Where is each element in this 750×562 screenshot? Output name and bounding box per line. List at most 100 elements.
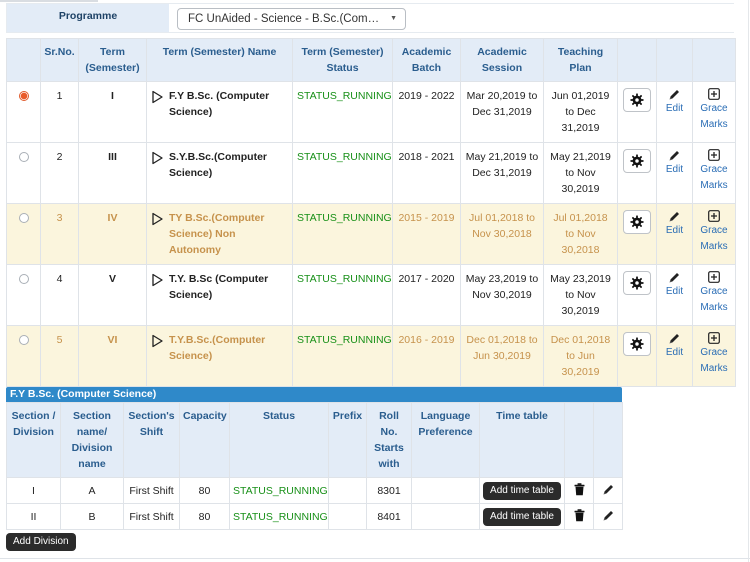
grace-marks-link[interactable]: Grace Marks xyxy=(697,149,731,194)
division-row: II B First Shift 80 STATUS_RUNNING 8401 Add ti… xyxy=(6,503,623,530)
prefix-cell xyxy=(328,503,367,530)
term-radio[interactable] xyxy=(18,213,29,223)
edit-label: Edit xyxy=(665,286,684,297)
header-timetable: Time table xyxy=(479,402,565,478)
header-language: Language Preference xyxy=(411,402,480,478)
edit-link[interactable]: Edit xyxy=(661,210,688,239)
settings-button[interactable] xyxy=(623,88,651,112)
header-academic-session: Academic Session xyxy=(460,38,544,82)
settings-button[interactable] xyxy=(623,210,651,234)
header-delete xyxy=(564,402,594,478)
term-radio[interactable] xyxy=(18,274,29,284)
select-cell xyxy=(6,203,41,265)
term-name-link[interactable]: TY B.Sc.(Computer Science) Non Autonomy xyxy=(151,210,288,258)
roll-no-cell: 8301 xyxy=(366,477,412,504)
grace-marks-link[interactable]: Grace Marks xyxy=(697,88,731,133)
pencil-icon[interactable] xyxy=(602,510,615,525)
select-cell xyxy=(6,81,41,143)
edit-label: Edit xyxy=(665,164,684,175)
trash-icon[interactable] xyxy=(574,508,585,525)
teaching-plan-cell: Dec 01,2018 to Jun 30,2019 xyxy=(543,325,618,387)
term-status-cell: STATUS_RUNNING xyxy=(292,203,393,265)
term-name-cell: S.Y.B.Sc.(Computer Science) xyxy=(146,142,293,204)
term-radio[interactable] xyxy=(18,335,29,345)
sr-no-cell: 1 xyxy=(40,81,79,143)
term-name-link[interactable]: S.Y.B.Sc.(Computer Science) xyxy=(151,149,288,181)
division-status-cell: STATUS_RUNNING xyxy=(229,477,329,504)
grace-marks-link[interactable]: Grace Marks xyxy=(697,210,731,255)
header-edit xyxy=(656,38,693,82)
plus-square-icon xyxy=(697,332,731,345)
grace-marks-link[interactable]: Grace Marks xyxy=(697,332,731,377)
edit-link[interactable]: Edit xyxy=(661,271,688,300)
term-name-cell: TY B.Sc.(Computer Science) Non Autonomy xyxy=(146,203,293,265)
edit-cell: Edit xyxy=(656,142,693,204)
grace-marks-label: Grace Marks xyxy=(700,103,728,130)
roll-no-cell: 8401 xyxy=(366,503,412,530)
language-cell xyxy=(411,503,480,530)
academic-session-cell: May 21,2019 to Dec 31,2019 xyxy=(460,142,544,204)
term-name-link[interactable]: T.Y. B.Sc (Computer Science) xyxy=(151,271,288,303)
academic-batch-cell: 2019 - 2022 xyxy=(392,81,461,143)
header-term: Term (Semester) xyxy=(78,38,147,82)
add-division-button[interactable]: Add Division xyxy=(6,533,76,551)
division-section-title: F.Y B.Sc. (Computer Science) xyxy=(6,387,622,402)
gear-icon xyxy=(630,154,644,171)
header-term-status: Term (Semester) Status xyxy=(292,38,393,82)
prefix-cell xyxy=(328,477,367,504)
term-status-cell: STATUS_RUNNING xyxy=(292,264,393,326)
gear-icon xyxy=(630,276,644,293)
academic-batch-cell: 2018 - 2021 xyxy=(392,142,461,204)
edit-link[interactable]: Edit xyxy=(661,332,688,361)
programme-cell: FC UnAided - Science - B.Sc.(Com… ▼ xyxy=(169,4,734,32)
plus-square-icon xyxy=(697,271,731,284)
term-name-link[interactable]: T.Y.B.Sc.(Computer Science) xyxy=(151,332,288,364)
programme-select[interactable]: FC UnAided - Science - B.Sc.(Com… ▼ xyxy=(177,8,406,30)
teaching-plan-cell: Jun 01,2019 to Dec 31,2019 xyxy=(543,81,618,143)
term-row: 4 V T.Y. B.Sc (Computer Science) STATUS_RUN… xyxy=(6,264,736,326)
header-grace xyxy=(692,38,736,82)
sr-no-cell: 5 xyxy=(40,325,79,387)
add-timetable-button[interactable]: Add time table xyxy=(483,507,561,526)
edit-link[interactable]: Edit xyxy=(661,149,688,178)
grace-marks-label: Grace Marks xyxy=(700,164,728,191)
header-select xyxy=(6,38,41,82)
term-name-cell: F.Y B.Sc. (Computer Science) xyxy=(146,81,293,143)
academic-batch-cell: 2017 - 2020 xyxy=(392,264,461,326)
term-name-cell: T.Y.B.Sc.(Computer Science) xyxy=(146,325,293,387)
academic-batch-cell: 2016 - 2019 xyxy=(392,325,461,387)
sr-no-cell: 2 xyxy=(40,142,79,204)
term-radio[interactable] xyxy=(18,152,29,162)
term-name-cell: T.Y. B.Sc (Computer Science) xyxy=(146,264,293,326)
term-name-text: S.Y.B.Sc.(Computer Science) xyxy=(169,151,268,179)
select-cell xyxy=(6,264,41,326)
grace-marks-link[interactable]: Grace Marks xyxy=(697,271,731,316)
play-outline-icon xyxy=(151,149,164,181)
term-name-link[interactable]: F.Y B.Sc. (Computer Science) xyxy=(151,88,288,120)
pencil-icon[interactable] xyxy=(602,484,615,499)
settings-cell xyxy=(617,142,657,204)
edit-label: Edit xyxy=(665,347,684,358)
term-cell: VI xyxy=(78,325,147,387)
term-radio[interactable] xyxy=(18,91,29,101)
edit-link[interactable]: Edit xyxy=(661,88,688,117)
play-outline-icon xyxy=(151,271,164,303)
header-teaching-plan: Teaching Plan xyxy=(543,38,618,82)
add-timetable-button[interactable]: Add time table xyxy=(483,481,561,500)
teaching-plan-cell: May 21,2019 to Nov 30,2019 xyxy=(543,142,618,204)
term-name-text: T.Y. B.Sc (Computer Science) xyxy=(169,273,269,301)
edit-cell: Edit xyxy=(656,203,693,265)
edit-division-cell xyxy=(593,503,623,530)
settings-button[interactable] xyxy=(623,332,651,356)
settings-button[interactable] xyxy=(623,271,651,295)
term-status-cell: STATUS_RUNNING xyxy=(292,325,393,387)
grace-cell: Grace Marks xyxy=(692,203,736,265)
trash-icon[interactable] xyxy=(574,482,585,499)
section-name-cell: A xyxy=(60,477,124,504)
header-academic-batch: Academic Batch xyxy=(392,38,461,82)
footer-divider xyxy=(0,558,750,559)
academic-session-cell: Mar 20,2019 to Dec 31,2019 xyxy=(460,81,544,143)
teaching-plan-cell: Jul 01,2018 to Nov 30,2018 xyxy=(543,203,618,265)
settings-button[interactable] xyxy=(623,149,651,173)
term-status-cell: STATUS_RUNNING xyxy=(292,81,393,143)
